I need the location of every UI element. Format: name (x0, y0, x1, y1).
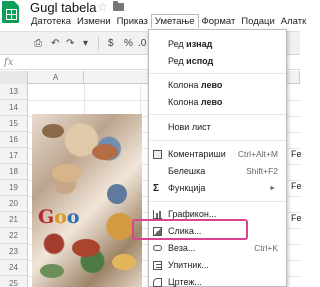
print-icon[interactable]: ⎙ (34, 38, 42, 49)
sheets-logo-icon[interactable] (2, 1, 19, 23)
menu-item-bold: изнад (186, 39, 213, 49)
menu-bar: Датотека Измени Приказ Уметање Формат По… (28, 14, 309, 29)
menu-item-row-below[interactable]: Ред испод (149, 53, 286, 70)
row-header[interactable]: 13 (0, 84, 28, 100)
menu-item-function[interactable]: Σ Функција ► (149, 180, 286, 197)
row-header[interactable]: 23 (0, 244, 28, 260)
row-header[interactable]: 16 (0, 132, 28, 148)
menu-edit[interactable]: Измени (74, 15, 114, 29)
menu-item-shortcut: Shift+F2 (246, 166, 278, 176)
menu-item-row-above[interactable]: Ред изнад (149, 36, 286, 53)
menu-item-label: Веза... (168, 243, 196, 253)
menu-format[interactable]: Формат (199, 15, 239, 29)
menu-item-label: Функција (168, 183, 206, 193)
menu-data[interactable]: Подаци (238, 15, 277, 29)
menu-item-bold: лево (200, 80, 223, 90)
redo-icon[interactable]: ↷ (66, 38, 74, 49)
row-header[interactable]: 24 (0, 260, 28, 276)
row-header[interactable]: 19 (0, 180, 28, 196)
row-header[interactable]: 18 (0, 164, 28, 180)
column-header-a[interactable]: A (28, 71, 84, 84)
logo-letter: o (54, 206, 67, 228)
form-icon (153, 261, 162, 270)
menu-item-label: Колона (168, 97, 201, 107)
menu-item-drawing[interactable]: Цртеж... (149, 274, 286, 287)
menu-item-column-left[interactable]: Колона лево (149, 77, 286, 94)
logo-letter: o (66, 206, 80, 228)
sigma-icon: Σ (153, 183, 160, 194)
row-header[interactable]: 17 (0, 148, 28, 164)
row-header[interactable]: 20 (0, 196, 28, 212)
currency-format-button[interactable]: $ (108, 38, 114, 49)
menu-item-label: Ред (168, 39, 187, 49)
menu-separator (149, 114, 286, 115)
menu-separator (149, 140, 286, 141)
row-header[interactable]: 15 (0, 116, 28, 132)
menu-view[interactable]: Приказ (114, 15, 151, 29)
submenu-arrow-icon: ► (269, 185, 276, 192)
image-detail (40, 264, 64, 278)
drawing-icon (153, 278, 162, 287)
menu-item-bold: лево (200, 97, 223, 107)
menu-item-label: Колона (168, 80, 201, 90)
menu-tools[interactable]: Алатк (278, 15, 309, 29)
undo-icon[interactable]: ↶ (51, 38, 59, 49)
menu-item-link[interactable]: Веза... Ctrl+K (149, 240, 286, 257)
cell-text: Fe (291, 181, 302, 191)
row-header[interactable]: 14 (0, 100, 28, 116)
paint-format-icon[interactable]: ▾ (83, 38, 88, 49)
select-all-corner[interactable] (0, 71, 28, 84)
menu-item-column-right[interactable]: Колона лево (149, 94, 286, 111)
fx-icon: fx (4, 57, 14, 68)
image-detail (107, 184, 127, 204)
menu-item-label: Белешка (168, 166, 206, 176)
inserted-image[interactable]: Goo (32, 114, 142, 287)
highlight-annotation (132, 219, 248, 240)
menu-insert[interactable]: Уметање (150, 14, 199, 28)
document-title[interactable]: Gugl tabela (30, 0, 97, 15)
menu-separator (149, 73, 286, 74)
image-detail (72, 239, 100, 257)
menu-item-note[interactable]: Белешка Shift+F2 (149, 163, 286, 180)
menu-separator (149, 201, 286, 202)
decimal-format-button[interactable]: .0 (138, 38, 146, 49)
menu-item-label: Коментариши (168, 149, 226, 159)
star-icon[interactable]: ☆ (97, 0, 108, 14)
row-header[interactable]: 21 (0, 212, 28, 228)
image-detail (52, 164, 82, 182)
menu-item-shortcut: Ctrl+K (254, 243, 278, 253)
image-detail (92, 144, 118, 160)
folder-icon[interactable] (113, 1, 124, 11)
toolbar-divider (98, 37, 99, 50)
insert-menu-dropdown: Ред изнад Ред испод Колона лево Колона л… (148, 29, 287, 287)
percent-format-button[interactable]: % (124, 38, 133, 49)
chart-icon (153, 210, 162, 219)
menu-item-shortcut: Ctrl+Alt+M (237, 149, 278, 159)
row-header[interactable]: 25 (0, 276, 28, 287)
image-detail (42, 124, 64, 138)
title-bar: Gugl tabela ☆ (0, 0, 300, 23)
menu-item-label: Цртеж... (168, 277, 202, 287)
cell-text: Fe (291, 149, 302, 159)
menu-item-bold: испод (186, 56, 214, 66)
logo-letter: G (38, 206, 55, 228)
menu-item-new-sheet[interactable]: Нови лист (149, 119, 286, 136)
menu-item-form[interactable]: Упитник... (149, 257, 286, 274)
image-detail (112, 254, 136, 270)
menu-item-label: Ред (168, 56, 187, 66)
comment-icon (153, 150, 162, 159)
menu-file[interactable]: Датотека (28, 15, 74, 29)
image-logo-text: Goo (38, 206, 80, 228)
menu-item-label: Упитник... (168, 260, 209, 270)
menu-item-comment[interactable]: Коментариши Ctrl+Alt+M (149, 146, 286, 163)
cell-text: Fe (291, 213, 302, 223)
link-icon (153, 245, 162, 251)
row-header[interactable]: 22 (0, 228, 28, 244)
menu-item-label: Графикон... (168, 209, 217, 219)
